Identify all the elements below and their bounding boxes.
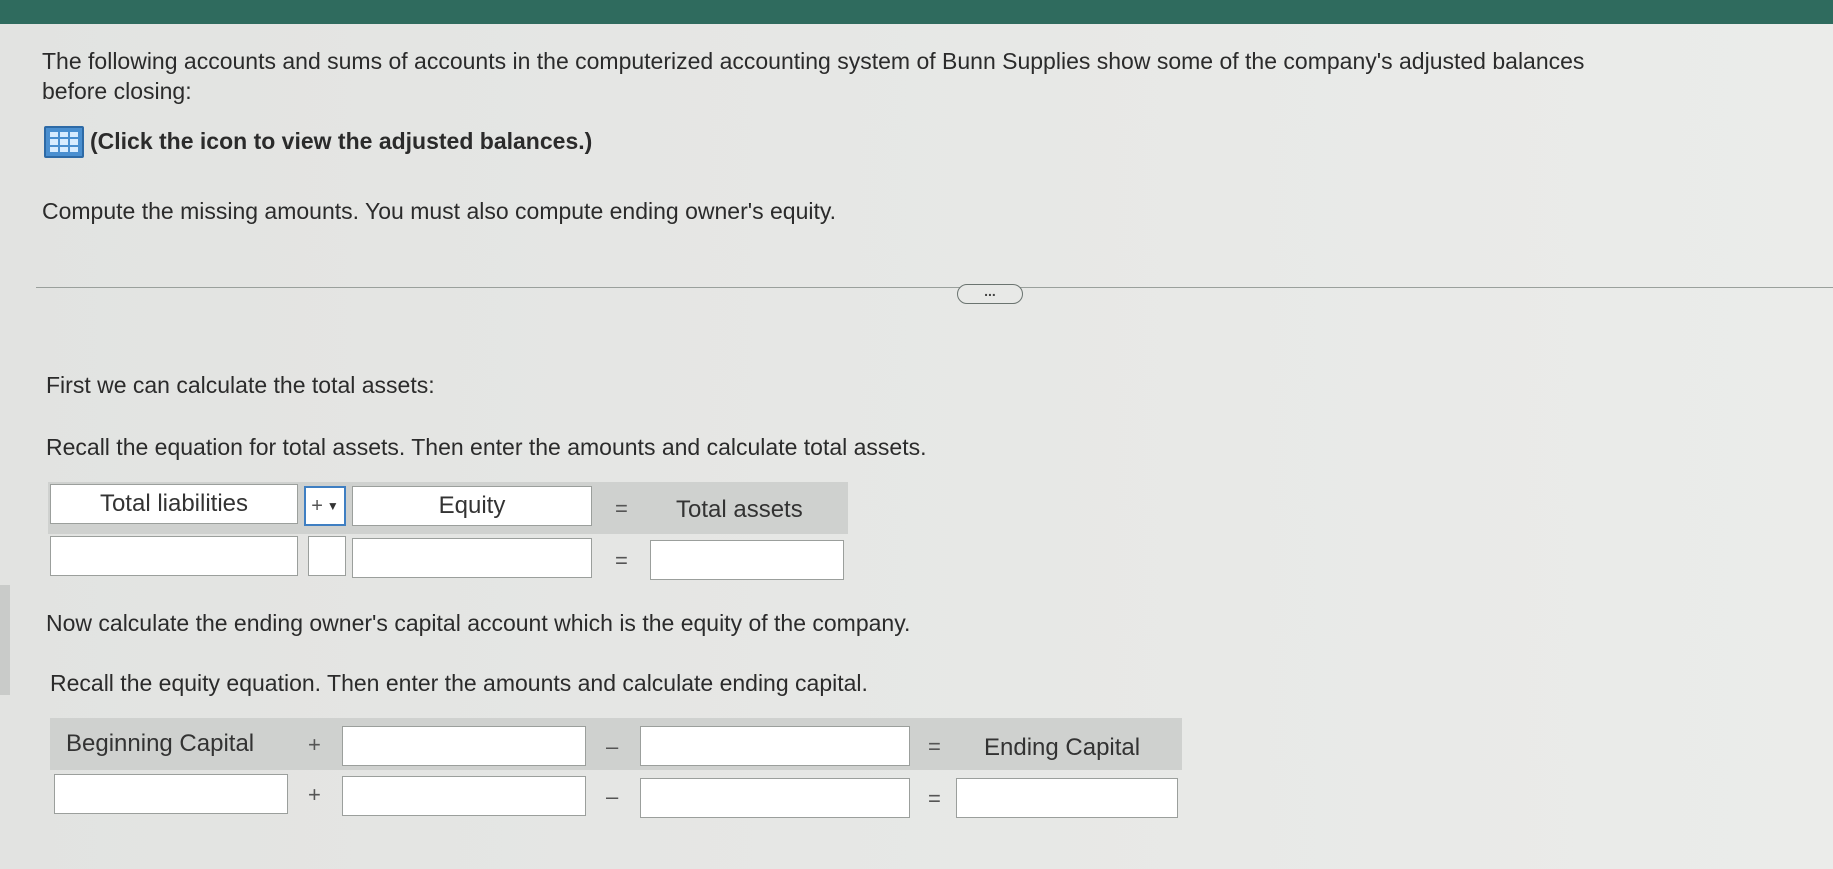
ending-capital-prompt: Recall the equity equation. Then enter t… (50, 670, 868, 696)
beginning-capital-label: Beginning Capital (66, 730, 255, 757)
total-assets-label: Total assets (676, 496, 803, 523)
additions-input[interactable] (342, 776, 586, 816)
equity-input[interactable] (352, 538, 592, 578)
equals-sign: = (615, 548, 628, 573)
ending-capital-input[interactable] (956, 778, 1178, 818)
equity-label: Equity (352, 486, 592, 526)
minus-sign: – (606, 734, 619, 759)
operator-cell-input[interactable] (308, 536, 346, 576)
more-button[interactable]: ... (957, 284, 1023, 304)
total-assets-heading: First we can calculate the total assets: (46, 372, 435, 398)
total-liabilities-label: Total liabilities (50, 484, 298, 524)
total-assets-prompt: Recall the equation for total assets. Th… (46, 434, 927, 460)
grid-table-icon[interactable] (44, 126, 84, 158)
ending-capital-label: Ending Capital (984, 734, 1141, 761)
plus-sign: + (308, 732, 321, 757)
minus-sign: – (606, 784, 619, 809)
caret-down-icon: ▼ (326, 499, 339, 513)
operator-select[interactable]: + ▼ (304, 486, 346, 526)
deductions-input[interactable] (640, 778, 910, 818)
additions-label-input[interactable] (342, 726, 586, 766)
section-divider (36, 287, 1833, 288)
sidebar-handle (0, 585, 10, 695)
equals-sign: = (928, 786, 941, 811)
beginning-capital-input[interactable] (54, 774, 288, 814)
plus-sign: + (308, 782, 321, 807)
deductions-label-input[interactable] (640, 726, 910, 766)
intro-line-2: before closing: (42, 78, 192, 104)
equals-sign: = (928, 734, 941, 759)
equals-sign: = (615, 496, 628, 521)
ending-capital-heading: Now calculate the ending owner's capital… (46, 610, 911, 636)
total-assets-input[interactable] (650, 540, 844, 580)
intro-line-1: The following accounts and sums of accou… (42, 48, 1585, 74)
view-balances-link[interactable]: (Click the icon to view the adjusted bal… (90, 128, 592, 155)
instruction-text: Compute the missing amounts. You must al… (42, 198, 837, 224)
total-liabilities-input[interactable] (50, 536, 298, 576)
operator-select-value: + (311, 494, 323, 517)
